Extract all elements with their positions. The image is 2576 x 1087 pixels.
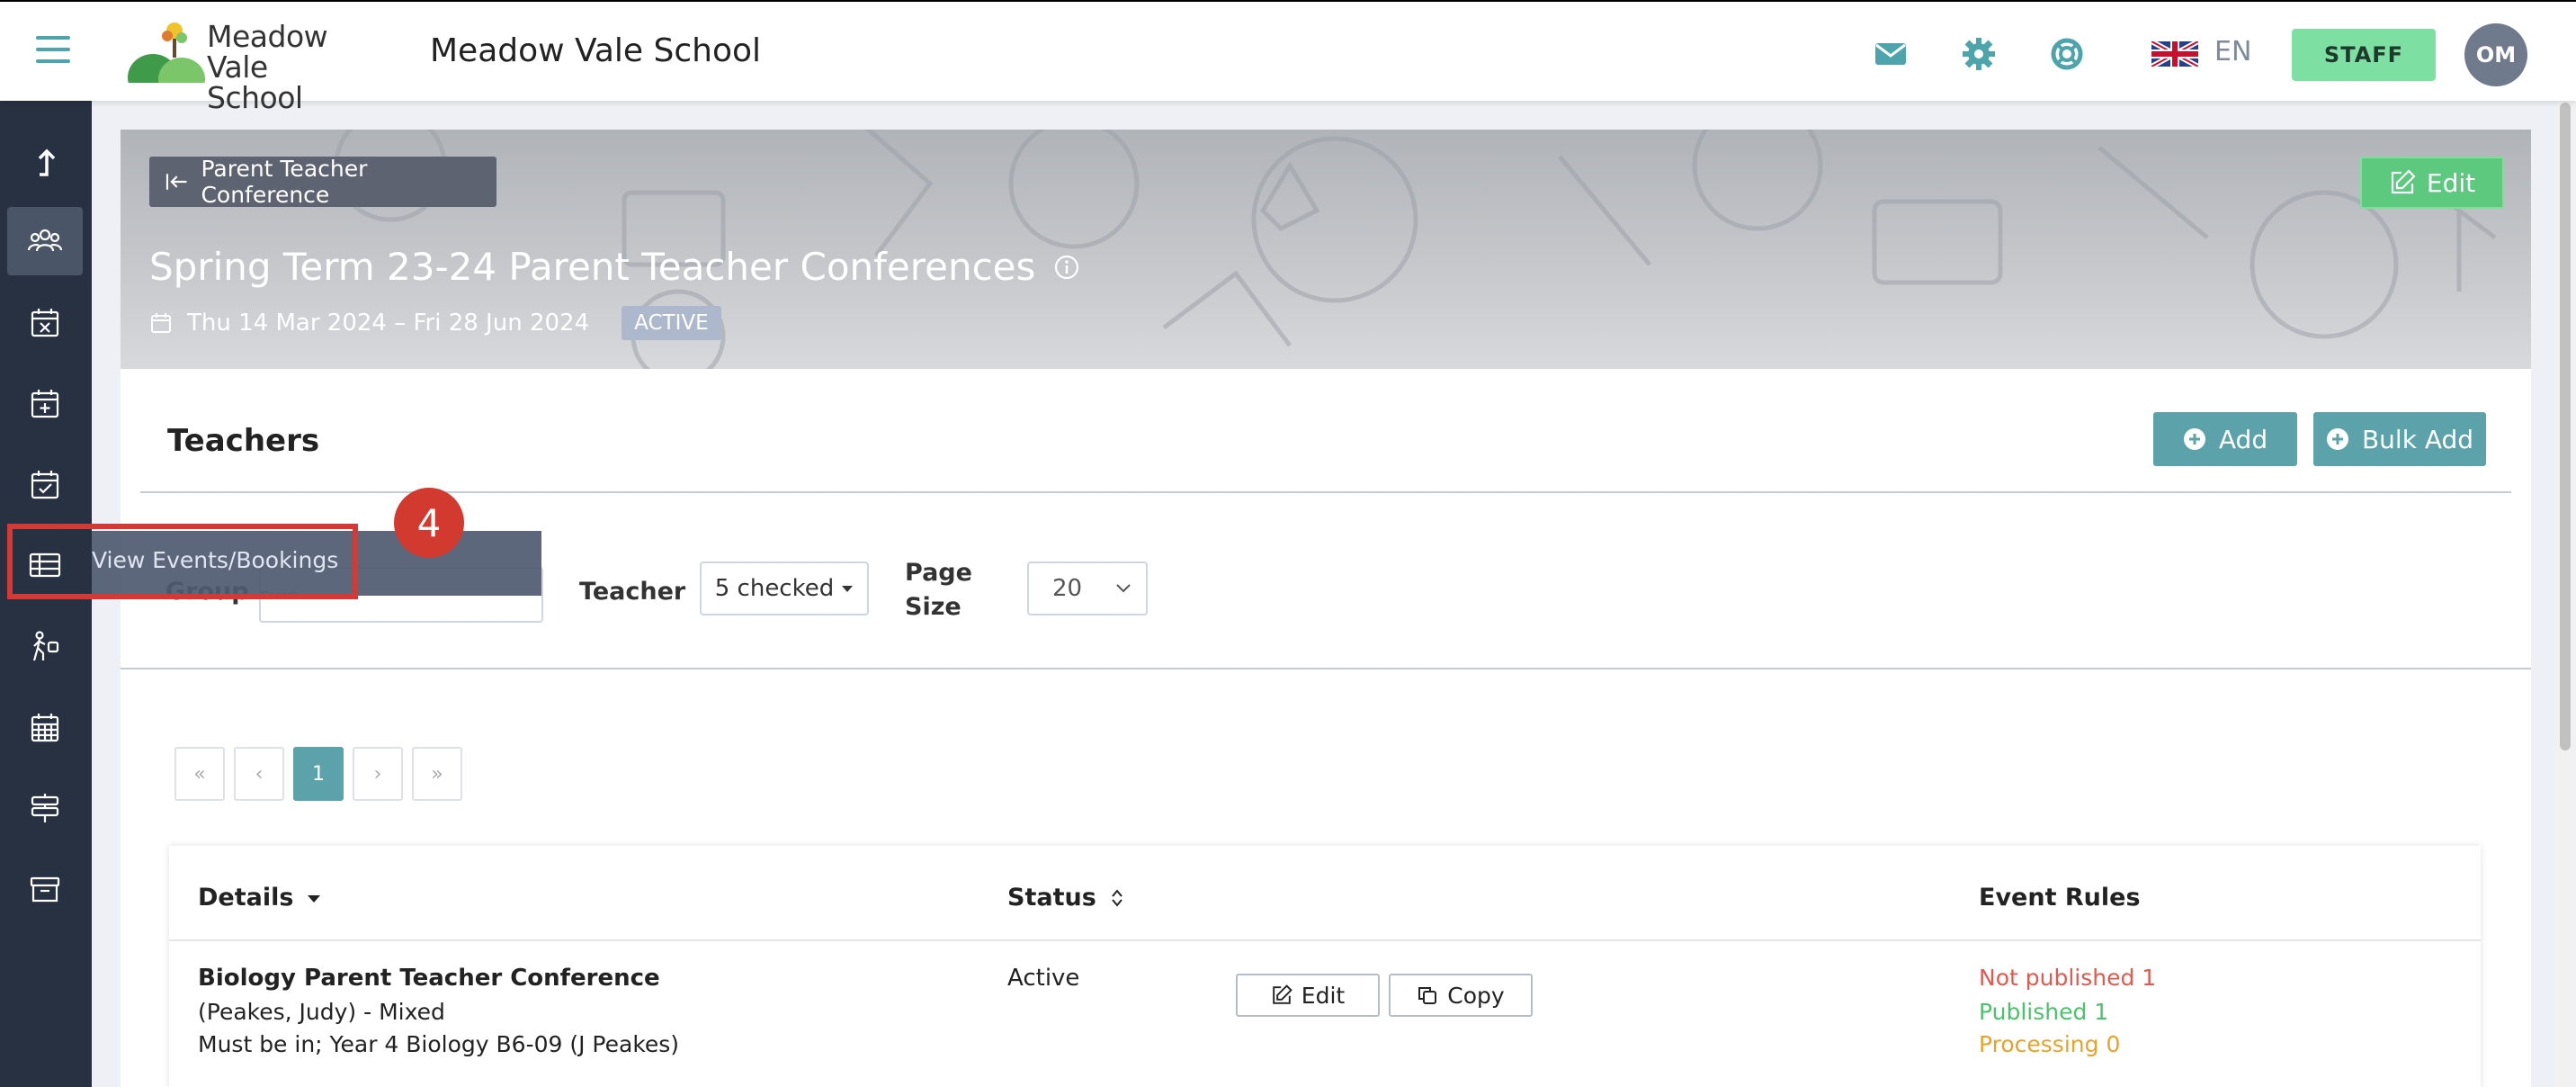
back-to-conference-button[interactable]: Parent Teacher Conference (149, 156, 496, 208)
upload-arrow-icon (38, 148, 56, 176)
row-copy-label: Copy (1447, 982, 1505, 1009)
teachers-panel: Teachers Add Bulk Add Group Teacher 5 ch… (121, 369, 2531, 1087)
edit-icon (1273, 984, 1292, 1004)
teachers-table: Details Status Event Rules Biology Paren… (169, 846, 2481, 1087)
logo-text: Meadow Vale School (207, 19, 328, 115)
add-button-label: Add (2218, 424, 2268, 454)
sidebar-item-grid-calendar[interactable] (7, 693, 83, 761)
teacher-select-value: 5 checked (714, 575, 835, 602)
sidebar-item-signpost[interactable] (7, 774, 83, 842)
lifebuoy-icon[interactable] (2049, 36, 2085, 72)
row-teacher-info: (Peakes, Judy) - Mixed (198, 999, 445, 1025)
page-scrollbar[interactable] (2554, 101, 2576, 1087)
row-edit-label: Edit (1301, 982, 1346, 1009)
row-edit-button[interactable]: Edit (1236, 974, 1380, 1017)
info-icon[interactable] (1053, 254, 1080, 281)
archive-icon (30, 876, 60, 903)
sidebar-item-archive[interactable] (7, 855, 83, 923)
step-number-badge: 4 (394, 488, 464, 558)
user-avatar[interactable]: OM (2464, 23, 2527, 86)
row-requirement: Must be in; Year 4 Biology B6-09 (J Peak… (198, 1031, 680, 1057)
status-column-header[interactable]: Status (1007, 884, 1125, 912)
sidebar-item-person[interactable] (7, 612, 83, 680)
uk-flag-icon[interactable] (2150, 39, 2200, 69)
divider (140, 491, 2511, 493)
teacher-filter-label: Teacher (579, 578, 686, 606)
sort-icon (1112, 888, 1123, 907)
details-column-header[interactable]: Details (198, 884, 322, 912)
chevron-down-icon (1116, 584, 1131, 593)
page-1[interactable]: 1 (293, 747, 344, 801)
sidebar-item-calendar-plus[interactable] (7, 369, 83, 437)
logo-hills-icon (128, 22, 205, 101)
calendar-icon (151, 313, 171, 333)
edit-icon (2391, 169, 2416, 194)
person-walking-icon (32, 631, 59, 661)
staff-role-button[interactable]: STAFF (2292, 29, 2436, 81)
mail-icon[interactable] (1873, 36, 1909, 72)
event-title-text: Spring Term 23-24 Parent Teacher Confere… (149, 245, 1036, 289)
teachers-heading: Teachers (167, 423, 320, 459)
page-size-value: 20 (1052, 575, 1083, 602)
page-first[interactable]: « (174, 747, 225, 801)
rule-not-published[interactable]: Not published 1 (1979, 965, 2156, 991)
plus-circle-icon (2183, 428, 2205, 450)
row-copy-button[interactable]: Copy (1389, 974, 1533, 1017)
rule-processing[interactable]: Processing 0 (1979, 1031, 2120, 1057)
status-badge: ACTIVE (622, 306, 721, 340)
step-highlight-box (7, 524, 358, 599)
header-divider (169, 939, 2481, 941)
grid-calendar-icon (31, 714, 59, 742)
event-date-range: Thu 14 Mar 2024 – Fri 28 Jun 2024 ACTIVE (149, 306, 721, 340)
page-size-label: Page Size (905, 559, 972, 621)
event-hero-banner: Parent Teacher Conference Edit Spring Te… (121, 130, 2531, 369)
school-logo[interactable]: Meadow Vale School (128, 22, 362, 113)
event-rules-column-header: Event Rules (1979, 884, 2141, 912)
sidebar-item-calendar-check[interactable] (7, 450, 83, 518)
users-icon (27, 229, 63, 252)
sidebar-item-upload[interactable] (7, 128, 83, 196)
back-button-label: Parent Teacher Conference (201, 156, 368, 208)
edit-event-button[interactable]: Edit (2360, 157, 2504, 209)
event-dates-text: Thu 14 Mar 2024 – Fri 28 Jun 2024 (187, 310, 590, 337)
bulk-add-button[interactable]: Bulk Add (2313, 412, 2486, 466)
gear-icon[interactable] (1961, 36, 1997, 72)
page-next[interactable]: › (353, 747, 403, 801)
signpost-icon (31, 794, 59, 822)
hamburger-menu-icon[interactable] (36, 36, 70, 65)
page-size-select[interactable]: 20 (1027, 561, 1148, 615)
page-last[interactable]: » (412, 747, 462, 801)
event-title: Spring Term 23-24 Parent Teacher Confere… (149, 245, 1080, 289)
plus-circle-icon (2326, 428, 2348, 450)
calendar-plus-icon (31, 390, 59, 418)
sidebar-item-calendar-x[interactable] (7, 288, 83, 356)
calendar-x-icon (31, 309, 59, 337)
sort-desc-icon (308, 894, 321, 903)
school-title: Meadow Vale School (430, 32, 762, 69)
add-teacher-button[interactable]: Add (2153, 412, 2297, 466)
rule-published[interactable]: Published 1 (1979, 999, 2108, 1025)
row-title[interactable]: Biology Parent Teacher Conference (198, 965, 660, 992)
top-bar: Meadow Vale School Meadow Vale School EN… (0, 0, 2576, 113)
edit-event-label: Edit (2426, 167, 2476, 198)
language-code[interactable]: EN (2214, 36, 2251, 67)
row-status: Active (1007, 965, 1080, 992)
calendar-check-icon (31, 471, 59, 499)
caret-down-icon (842, 586, 854, 592)
page-prev[interactable]: ‹ (234, 747, 284, 801)
pagination: « ‹ 1 › » (174, 747, 462, 801)
copy-icon (1418, 987, 1437, 1004)
scrollbar-thumb[interactable] (2560, 103, 2571, 750)
arrow-left-bar-icon (165, 174, 187, 190)
bulk-add-button-label: Bulk Add (2361, 424, 2474, 454)
sidebar-item-users[interactable] (7, 207, 83, 275)
teacher-multiselect[interactable]: 5 checked (700, 561, 869, 615)
